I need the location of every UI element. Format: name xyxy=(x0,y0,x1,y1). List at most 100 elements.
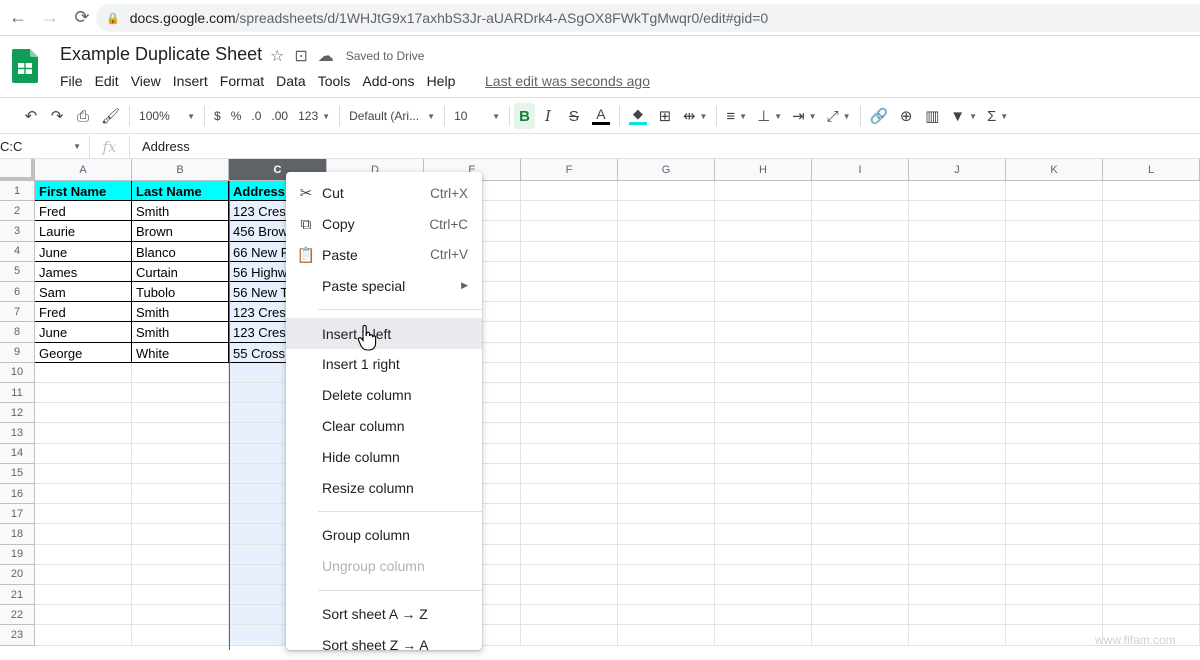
forward-button[interactable]: → xyxy=(36,4,64,32)
cell-h11[interactable] xyxy=(715,383,812,404)
cell-f12[interactable] xyxy=(521,403,618,424)
column-header-l[interactable]: L xyxy=(1103,159,1200,181)
cell-a10[interactable] xyxy=(35,362,132,383)
more-formats-button[interactable]: 123 ▼ xyxy=(293,103,335,129)
cell-l6[interactable] xyxy=(1103,282,1200,303)
cell-l5[interactable] xyxy=(1103,261,1200,282)
cell-b2[interactable]: Smith xyxy=(132,201,229,222)
cell-h18[interactable] xyxy=(715,524,812,545)
cell-h13[interactable] xyxy=(715,423,812,444)
cell-l7[interactable] xyxy=(1103,302,1200,323)
document-title[interactable]: Example Duplicate Sheet xyxy=(60,44,262,65)
cell-a7[interactable]: Fred xyxy=(35,302,132,323)
row-header[interactable]: 2 xyxy=(0,201,35,222)
cell-b10[interactable] xyxy=(132,362,229,383)
cell-h16[interactable] xyxy=(715,484,812,505)
cell-h9[interactable] xyxy=(715,342,812,363)
cell-g19[interactable] xyxy=(618,544,715,565)
menu-file[interactable]: File xyxy=(54,71,89,91)
row-header[interactable]: 5 xyxy=(0,261,35,282)
cell-i3[interactable] xyxy=(812,221,909,242)
undo-button[interactable]: ↶ xyxy=(18,103,44,129)
row-header[interactable]: 12 xyxy=(0,403,35,424)
cell-b11[interactable] xyxy=(132,383,229,404)
cell-k8[interactable] xyxy=(1006,322,1103,343)
cell-f17[interactable] xyxy=(521,504,618,525)
cell-b17[interactable] xyxy=(132,504,229,525)
row-header[interactable]: 7 xyxy=(0,302,35,323)
cell-f13[interactable] xyxy=(521,423,618,444)
back-button[interactable]: ← xyxy=(4,4,32,32)
text-color-button[interactable]: A xyxy=(587,103,615,129)
cell-i6[interactable] xyxy=(812,282,909,303)
cell-l8[interactable] xyxy=(1103,322,1200,343)
cell-f20[interactable] xyxy=(521,564,618,585)
cell-j17[interactable] xyxy=(909,504,1006,525)
row-header[interactable]: 20 xyxy=(0,564,35,585)
menu-item-delete-column[interactable]: Delete column xyxy=(286,380,482,411)
cell-k14[interactable] xyxy=(1006,443,1103,464)
cell-l10[interactable] xyxy=(1103,362,1200,383)
cell-a1[interactable]: First Name xyxy=(35,181,132,202)
cell-j21[interactable] xyxy=(909,585,1006,606)
cell-k9[interactable] xyxy=(1006,342,1103,363)
cell-l14[interactable] xyxy=(1103,443,1200,464)
cell-k7[interactable] xyxy=(1006,302,1103,323)
cell-k3[interactable] xyxy=(1006,221,1103,242)
cell-h6[interactable] xyxy=(715,282,812,303)
cell-j8[interactable] xyxy=(909,322,1006,343)
cell-i13[interactable] xyxy=(812,423,909,444)
cell-a20[interactable] xyxy=(35,564,132,585)
cell-b23[interactable] xyxy=(132,625,229,646)
cell-h12[interactable] xyxy=(715,403,812,424)
cell-k17[interactable] xyxy=(1006,504,1103,525)
cell-k22[interactable] xyxy=(1006,605,1103,626)
font-size-select[interactable]: 10 ▼ xyxy=(449,103,505,129)
row-header[interactable]: 8 xyxy=(0,322,35,343)
cell-f16[interactable] xyxy=(521,484,618,505)
cell-g13[interactable] xyxy=(618,423,715,444)
cell-k20[interactable] xyxy=(1006,564,1103,585)
cell-h22[interactable] xyxy=(715,605,812,626)
insert-link-button[interactable]: 🔗 xyxy=(865,103,894,129)
row-header[interactable]: 3 xyxy=(0,221,35,242)
menu-item-insert-1-left[interactable]: Insert 1 left xyxy=(286,318,482,349)
menu-item-paste-special[interactable]: Paste special ▶ xyxy=(286,270,482,301)
cell-i10[interactable] xyxy=(812,362,909,383)
cell-g17[interactable] xyxy=(618,504,715,525)
cell-b16[interactable] xyxy=(132,484,229,505)
cell-k23[interactable] xyxy=(1006,625,1103,646)
cell-j6[interactable] xyxy=(909,282,1006,303)
cell-f18[interactable] xyxy=(521,524,618,545)
row-header[interactable]: 15 xyxy=(0,463,35,484)
menu-item-copy[interactable]: ⧉ Copy Ctrl+C xyxy=(286,209,482,240)
row-header[interactable]: 1 xyxy=(0,181,35,202)
cell-j7[interactable] xyxy=(909,302,1006,323)
cell-a15[interactable] xyxy=(35,463,132,484)
row-header[interactable]: 23 xyxy=(0,625,35,646)
cell-a14[interactable] xyxy=(35,443,132,464)
cell-l11[interactable] xyxy=(1103,383,1200,404)
star-icon[interactable]: ☆ xyxy=(270,46,284,66)
cell-b21[interactable] xyxy=(132,585,229,606)
cell-f2[interactable] xyxy=(521,201,618,222)
column-header-g[interactable]: G xyxy=(618,159,715,181)
cell-j23[interactable] xyxy=(909,625,1006,646)
cell-h20[interactable] xyxy=(715,564,812,585)
cell-a19[interactable] xyxy=(35,544,132,565)
menu-item-insert-1-right[interactable]: Insert 1 right xyxy=(286,349,482,380)
menu-item-cut[interactable]: ✂ Cut Ctrl+X xyxy=(286,178,482,209)
cell-g14[interactable] xyxy=(618,443,715,464)
fill-color-button[interactable]: ◆ xyxy=(624,103,652,129)
font-select[interactable]: Default (Ari... ▼ xyxy=(344,103,440,129)
cell-j9[interactable] xyxy=(909,342,1006,363)
cell-g6[interactable] xyxy=(618,282,715,303)
cell-l17[interactable] xyxy=(1103,504,1200,525)
cell-h3[interactable] xyxy=(715,221,812,242)
cell-b14[interactable] xyxy=(132,443,229,464)
percent-format-button[interactable]: % xyxy=(226,103,247,129)
cell-b18[interactable] xyxy=(132,524,229,545)
cell-f19[interactable] xyxy=(521,544,618,565)
increase-decimal-button[interactable]: .00 xyxy=(266,103,293,129)
redo-button[interactable]: ↷ xyxy=(44,103,70,129)
